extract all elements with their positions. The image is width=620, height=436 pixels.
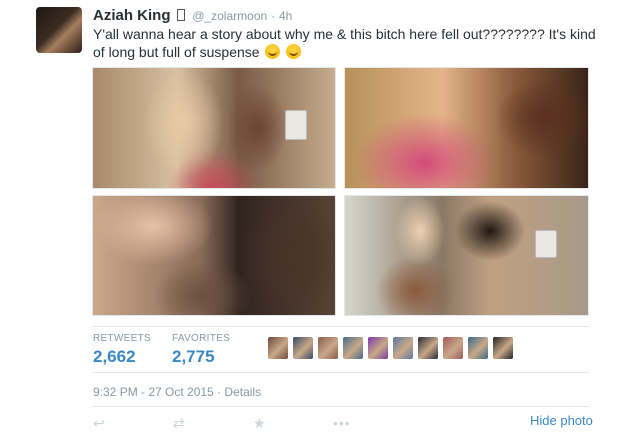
photo-grid [92, 67, 589, 316]
favoriter-avatar[interactable] [268, 337, 288, 359]
favoriter-avatar[interactable] [318, 337, 338, 359]
crying-emoji-icon [286, 44, 302, 59]
time-separator: · [271, 9, 276, 23]
divider [92, 372, 589, 373]
author-handle[interactable]: @_zolarmoon [192, 9, 267, 23]
retweets-count[interactable]: 2,662 [93, 347, 151, 367]
details-link[interactable]: Details [224, 385, 261, 399]
retweets-stat[interactable]: RETWEETS 2,662 [93, 333, 151, 367]
hide-photo-link[interactable]: Hide photo [530, 413, 593, 428]
favorites-count[interactable]: 2,775 [172, 347, 230, 367]
favoriter-avatar[interactable] [293, 337, 313, 359]
favorites-stat[interactable]: FAVORITES 2,775 [172, 333, 230, 367]
photo-1[interactable] [92, 67, 336, 189]
favorites-label: FAVORITES [172, 333, 231, 344]
favoriter-avatar[interactable] [418, 337, 438, 359]
phone-in-photo [535, 230, 557, 258]
photo-4[interactable] [344, 195, 589, 316]
more-icon[interactable]: ••• [333, 414, 351, 432]
reply-icon[interactable]: ↩ [93, 414, 105, 432]
favoriter-avatars [268, 337, 513, 361]
divider [92, 406, 589, 407]
retweets-label: RETWEETS [93, 333, 151, 344]
tweet-time[interactable]: 4h [279, 9, 292, 23]
author-avatar[interactable] [36, 7, 82, 53]
favoriter-avatar[interactable] [343, 337, 363, 359]
timestamp-text[interactable]: 9:32 PM - 27 Oct 2015 [93, 385, 214, 399]
tweet: Aziah King @_zolarmoon · 4h Y'all wanna … [0, 0, 620, 436]
timestamp-separator: · [217, 385, 222, 399]
laughing-crying-emoji-icon [265, 44, 281, 59]
favoriter-avatar[interactable] [468, 337, 488, 359]
favoriter-avatar[interactable] [393, 337, 413, 359]
retweet-icon[interactable]: ⇄ [173, 414, 185, 432]
divider [92, 326, 589, 327]
favoriter-avatar[interactable] [493, 337, 513, 359]
tweet-header: Aziah King @_zolarmoon · 4h [93, 6, 292, 25]
tweet-timestamp: 9:32 PM - 27 Oct 2015 · Details [93, 385, 261, 399]
author-name[interactable]: Aziah King [93, 7, 171, 24]
phone-in-photo [285, 110, 307, 140]
name-suffix-glyph [177, 9, 186, 21]
photo-2[interactable] [344, 67, 589, 189]
tweet-text: Y'all wanna hear a story about why me & … [93, 25, 603, 61]
photo-3[interactable] [92, 195, 336, 316]
favoriter-avatar[interactable] [443, 337, 463, 359]
favorite-icon[interactable]: ★ [253, 414, 266, 432]
favoriter-avatar[interactable] [368, 337, 388, 359]
tweet-text-body: Y'all wanna hear a story about why me & … [93, 26, 596, 60]
